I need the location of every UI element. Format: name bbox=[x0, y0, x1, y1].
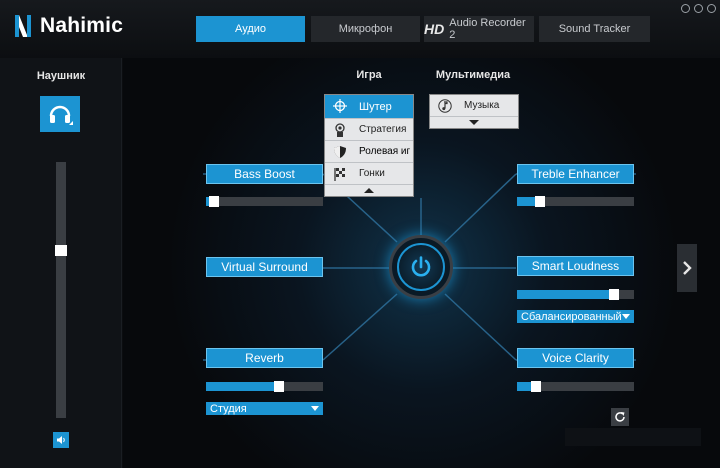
collapse-arrow[interactable] bbox=[325, 185, 413, 196]
app-logo: Nahimic bbox=[12, 12, 123, 40]
slider-thumb[interactable] bbox=[531, 381, 541, 392]
slider-thumb[interactable] bbox=[535, 196, 545, 207]
preset-item-racing[interactable]: Гонки bbox=[325, 163, 413, 185]
preset-item-music[interactable]: Музыка bbox=[430, 95, 518, 117]
smart-loudness-mode-value: Сбалансированный bbox=[521, 310, 622, 323]
bass-boost-button[interactable]: Bass Boost bbox=[206, 164, 323, 184]
smart-loudness-label: Smart Loudness bbox=[531, 259, 620, 273]
reverb-mode-value: Студия bbox=[210, 402, 247, 415]
slider-thumb[interactable] bbox=[609, 289, 619, 300]
smart-loudness-slider[interactable] bbox=[517, 289, 634, 300]
voice-clarity-button[interactable]: Voice Clarity bbox=[517, 348, 634, 368]
multimedia-preset-label: Мультимедиа bbox=[435, 69, 511, 81]
chevron-down-icon bbox=[622, 314, 630, 319]
chevron-down-icon bbox=[469, 120, 479, 125]
crosshair-icon bbox=[333, 99, 347, 113]
medal-icon bbox=[335, 123, 345, 137]
tab-audio-recorder[interactable]: HD Audio Recorder 2 bbox=[424, 16, 534, 42]
power-icon bbox=[411, 256, 431, 277]
smart-loudness-button[interactable]: Smart Loudness bbox=[517, 256, 634, 276]
title-bar: Nahimic Аудио Микрофон HD Audio Recorder… bbox=[0, 0, 720, 58]
preset-item-shooter[interactable]: Шутер bbox=[325, 95, 413, 119]
preset-item-label: Стратегия bbox=[359, 124, 407, 135]
game-preset-label: Игра bbox=[356, 69, 382, 81]
slider-thumb[interactable] bbox=[274, 381, 284, 392]
tab-sound-tracker-label: Sound Tracker bbox=[558, 23, 631, 35]
tab-audio[interactable]: Аудио bbox=[196, 16, 305, 42]
treble-enhancer-slider[interactable] bbox=[517, 196, 634, 207]
voice-clarity-slider[interactable] bbox=[517, 381, 634, 392]
tab-microphone[interactable]: Микрофон bbox=[311, 16, 420, 42]
next-page-button[interactable] bbox=[677, 244, 697, 292]
refresh-icon bbox=[615, 412, 625, 422]
headphones-icon bbox=[49, 105, 73, 125]
reverb-button[interactable]: Reverb bbox=[206, 348, 323, 368]
expand-arrow[interactable] bbox=[430, 117, 518, 128]
chevron-up-icon bbox=[364, 188, 374, 193]
preset-item-roleplay[interactable]: Ролевая иг bbox=[325, 141, 413, 163]
nahimic-logo-icon bbox=[15, 15, 31, 37]
tab-audio-label: Аудио bbox=[234, 23, 267, 35]
multimedia-preset-dropdown[interactable]: Музыка bbox=[429, 94, 519, 129]
power-button-inner bbox=[397, 243, 445, 291]
power-button[interactable] bbox=[389, 235, 453, 299]
mute-button[interactable] bbox=[53, 432, 69, 448]
game-preset-dropdown[interactable]: Шутер Стратегия Ролевая иг Гонки bbox=[324, 94, 414, 197]
device-title: Наушник bbox=[36, 70, 86, 82]
tab-sound-tracker[interactable]: Sound Tracker bbox=[539, 16, 650, 42]
reverb-slider[interactable] bbox=[206, 381, 323, 392]
virtual-surround-button[interactable]: Virtual Surround bbox=[206, 257, 323, 277]
window-controls bbox=[681, 4, 716, 13]
close-dot-icon[interactable] bbox=[707, 4, 716, 13]
device-sidebar: Наушник bbox=[0, 58, 122, 468]
reverb-mode-select[interactable]: Студия bbox=[206, 402, 323, 415]
volume-slider[interactable] bbox=[56, 162, 66, 418]
footer-area bbox=[565, 428, 701, 446]
treble-enhancer-label: Treble Enhancer bbox=[531, 167, 620, 181]
treble-enhancer-button[interactable]: Treble Enhancer bbox=[517, 164, 634, 184]
tab-microphone-label: Микрофон bbox=[338, 23, 393, 35]
reset-button[interactable] bbox=[611, 408, 629, 426]
preset-item-label: Шутер bbox=[359, 100, 392, 113]
preset-item-label: Гонки bbox=[359, 168, 385, 179]
preset-item-label: Музыка bbox=[464, 100, 500, 111]
volume-slider-thumb[interactable] bbox=[55, 245, 67, 256]
slider-fill bbox=[206, 382, 279, 391]
virtual-surround-label: Virtual Surround bbox=[221, 260, 308, 274]
shield-icon bbox=[334, 146, 346, 158]
bass-boost-label: Bass Boost bbox=[234, 167, 295, 181]
chevron-right-icon bbox=[683, 261, 692, 275]
music-note-icon bbox=[438, 99, 452, 113]
chevron-down-icon bbox=[311, 406, 319, 411]
app-name: Nahimic bbox=[40, 14, 124, 37]
tab-audio-recorder-label: Audio Recorder 2 bbox=[449, 17, 526, 41]
preset-item-label: Ролевая иг bbox=[359, 146, 411, 157]
effects-panel: Игра Мультимедиа Шутер Стратегия Ролевая… bbox=[123, 58, 720, 468]
bass-boost-slider[interactable] bbox=[206, 196, 323, 207]
smart-loudness-mode-select[interactable]: Сбалансированный bbox=[517, 310, 634, 323]
minimize-dot-icon[interactable] bbox=[694, 4, 703, 13]
slider-thumb[interactable] bbox=[209, 196, 219, 207]
slider-fill bbox=[517, 290, 614, 299]
voice-clarity-label: Voice Clarity bbox=[542, 351, 609, 365]
tab-hd-prefix: HD bbox=[424, 21, 445, 37]
device-select-button[interactable] bbox=[40, 96, 80, 132]
settings-dot-icon[interactable] bbox=[681, 4, 690, 13]
preset-item-strategy[interactable]: Стратегия bbox=[325, 119, 413, 141]
checkered-flag-icon bbox=[334, 168, 345, 181]
speaker-icon bbox=[57, 436, 65, 444]
reverb-label: Reverb bbox=[245, 351, 284, 365]
